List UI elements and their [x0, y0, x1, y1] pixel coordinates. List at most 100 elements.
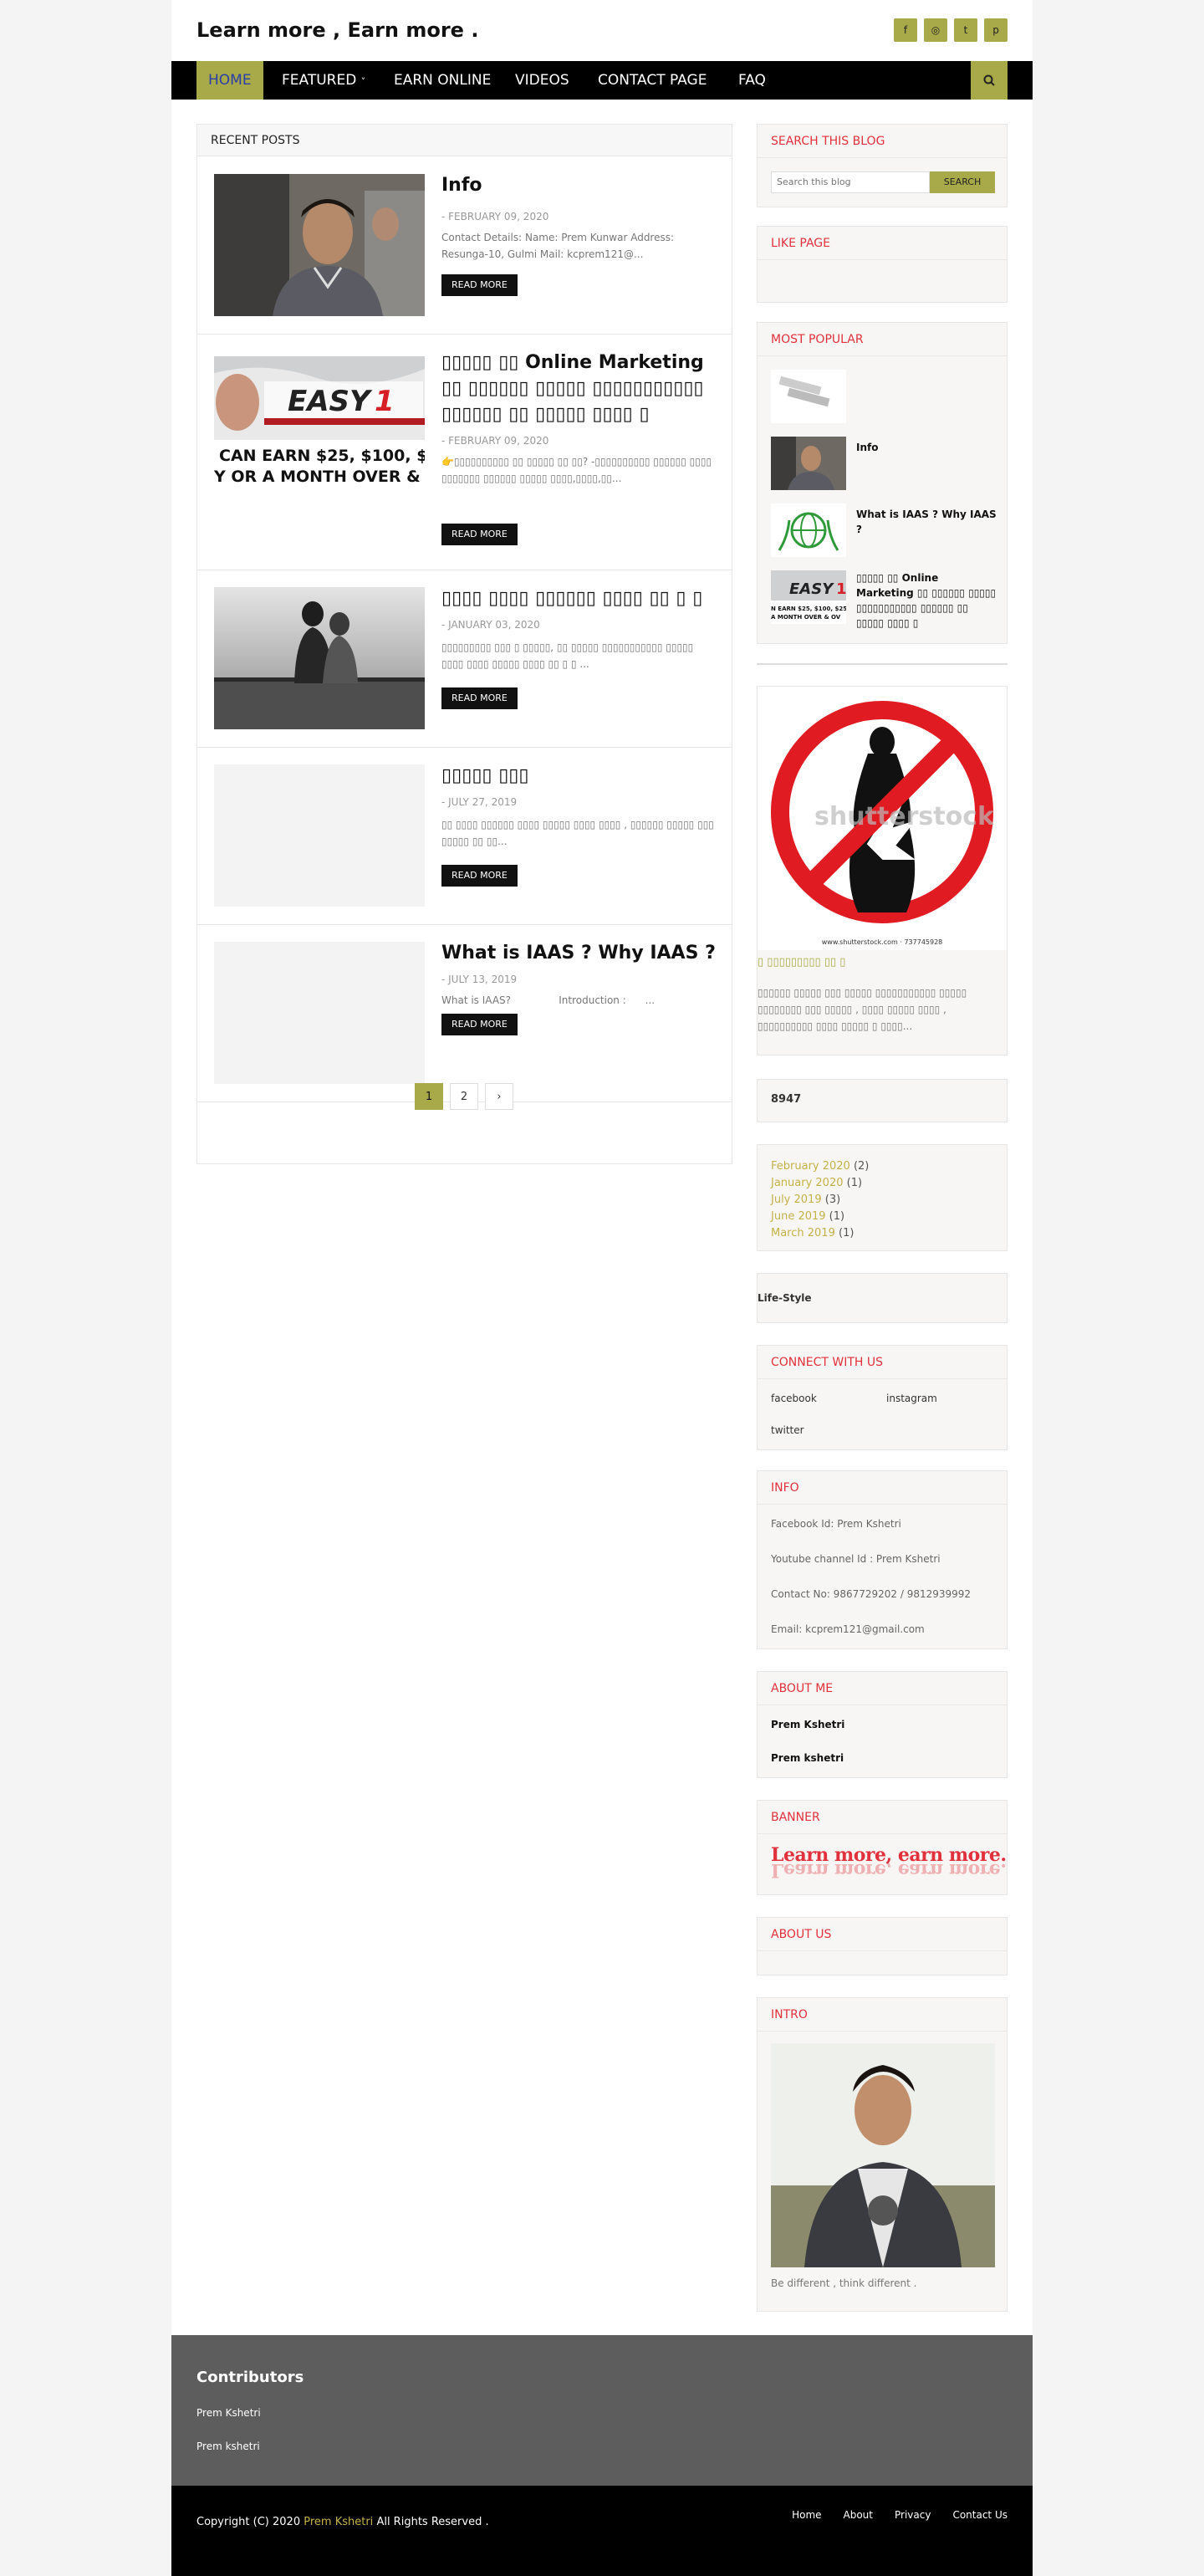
post-snippet: ▯▯ ▯▯▯▯ ▯▯▯▯▯▯ ▯▯▯▯ ▯▯▯▯▯ ▯▯▯▯ ▯▯▯▯ , ▯▯… — [441, 819, 714, 847]
instagram-icon[interactable]: ◎ — [924, 18, 947, 42]
post-thumbnail[interactable] — [214, 587, 425, 729]
twitter-link[interactable]: twitter — [771, 1424, 804, 1436]
nav-item-earn-online[interactable]: EARN ONLINE — [382, 61, 503, 100]
featured-post-widget: shutterstock www.shutterstock.com · 7377… — [757, 686, 1008, 1055]
author-link[interactable]: Prem kshetri — [771, 1752, 844, 1764]
widget-title: INFO — [758, 1471, 1007, 1505]
read-more-button[interactable]: READ MORE — [441, 274, 518, 296]
intro-photo — [771, 2043, 995, 2267]
footer-link-about[interactable]: About — [844, 2509, 873, 2521]
svg-text:EASY: EASY — [789, 580, 834, 598]
featured-post-image[interactable]: shutterstock www.shutterstock.com · 7377… — [758, 687, 1007, 950]
widget-title: CONNECT WITH US — [758, 1346, 1007, 1379]
widget-title: ABOUT US — [758, 1918, 1007, 1951]
widget-title: LIKE PAGE — [758, 227, 1007, 260]
intro-widget: INTRO Be different , think different . — [757, 1997, 1008, 2312]
footer-links: Home About Privacy Contact Us — [792, 2509, 1008, 2521]
post-title[interactable]: Info — [441, 172, 717, 198]
intro-caption: Be different , think different . — [771, 2277, 917, 2289]
featured-post-snippet: ▯▯▯▯▯▯ ▯▯▯▯▯ ▯▯▯ ▯▯▯▯▯ ▯▯▯▯▯▯▯▯▯▯▯ ▯▯▯▯▯… — [758, 987, 967, 1032]
post-thumbnail[interactable]: EASY 1 CAN EARN $25, $100, $25 Y OR A MO… — [214, 356, 425, 498]
archive-item[interactable]: March 2019 (1) — [771, 1225, 869, 1242]
popular-item[interactable] — [771, 370, 997, 423]
post-title[interactable]: ▯▯▯▯▯ ▯▯▯ — [441, 763, 717, 789]
footer-link-home[interactable]: Home — [792, 2509, 821, 2521]
archive-item[interactable]: June 2019 (1) — [771, 1209, 869, 1225]
search-input[interactable] — [771, 171, 930, 193]
archive-item[interactable]: February 2020 (2) — [771, 1158, 869, 1175]
twitter-icon[interactable]: t — [954, 18, 977, 42]
post-thumbnail[interactable] — [214, 942, 425, 1084]
post-thumbnail[interactable] — [214, 764, 425, 907]
post-title[interactable]: ▯▯▯▯▯ ▯▯ Online Marketing ▯▯ ▯▯▯▯▯▯ ▯▯▯▯… — [441, 350, 717, 427]
read-more-button[interactable]: READ MORE — [441, 1014, 518, 1035]
page-wrapper: Learn more , Earn more . f ◎ t p HOME FE… — [171, 0, 1033, 2576]
read-more-button[interactable]: READ MORE — [441, 524, 518, 545]
facebook-icon[interactable]: f — [894, 18, 917, 42]
label-link[interactable]: Life-Style — [758, 1292, 812, 1304]
site-title[interactable]: Learn more , Earn more . — [196, 18, 478, 42]
archive-link[interactable]: June 2019 — [771, 1210, 826, 1223]
svg-text:1: 1 — [836, 580, 846, 598]
contributor-link[interactable]: Prem kshetri — [196, 2441, 260, 2452]
svg-text:CAN EARN $25, $100, $25: CAN EARN $25, $100, $25 — [219, 447, 425, 465]
archive-link[interactable]: July 2019 — [771, 1193, 822, 1206]
popular-item[interactable]: EASY 1 N EARN $25, $100, $25 A MONTH OVER &… — [771, 570, 997, 629]
nav-item-home-label: HOME — [208, 72, 252, 89]
info-line: Contact No: 9867729202 / 9812939992 — [771, 1588, 972, 1600]
post-thumbnail[interactable] — [214, 174, 425, 316]
copyright-suffix: All Rights Reserved . — [376, 2516, 489, 2528]
next-page-icon[interactable]: › — [485, 1083, 513, 1110]
popular-title[interactable]: ▯▯▯▯▯ ▯▯ Online Marketing ▯▯ ▯▯▯▯▯▯ ▯▯▯▯… — [856, 570, 997, 631]
nav-item-contact-page[interactable]: CONTACT PAGE — [586, 61, 718, 100]
search-icon[interactable] — [971, 61, 1008, 100]
footer-contributors: Contributors Prem Kshetri Prem kshetri — [171, 2335, 1033, 2486]
nav-item-home[interactable]: HOME — [196, 61, 263, 100]
info-line: Email: kcprem121@gmail.com — [771, 1623, 925, 1635]
read-more-button[interactable]: READ MORE — [441, 687, 518, 709]
popular-thumbnail: EASY 1 N EARN $25, $100, $25 A MONTH OVER &… — [771, 570, 846, 624]
footer-link-contact[interactable]: Contact Us — [952, 2509, 1008, 2521]
footer-link-privacy[interactable]: Privacy — [895, 2509, 931, 2521]
most-popular-widget: MOST POPULAR Info What is IAAS ? Why IAA… — [757, 322, 1008, 644]
archive-link[interactable]: January 2020 — [771, 1177, 844, 1189]
contributor-link[interactable]: Prem Kshetri — [196, 2407, 261, 2419]
post-title[interactable]: ▯▯▯▯ ▯▯▯▯ ▯▯▯▯▯▯ ▯▯▯▯ ▯▯ ▯ ▯ — [441, 585, 717, 611]
nav-item-faq[interactable]: FAQ — [727, 61, 778, 100]
page-1-button[interactable]: 1 — [415, 1083, 443, 1110]
archive-item[interactable]: January 2020 (1) — [771, 1175, 869, 1192]
instagram-link[interactable]: instagram — [886, 1393, 937, 1404]
featured-post-title[interactable]: ▯ ▯▯▯▯▯▯▯▯▯ ▯▯ ▯ — [758, 956, 845, 969]
archive-item[interactable]: July 2019 (3) — [771, 1192, 869, 1209]
nav-item-videos[interactable]: VIDEOS — [503, 61, 581, 100]
pinterest-icon[interactable]: p — [984, 18, 1008, 42]
widget-title: ABOUT ME — [758, 1672, 1007, 1705]
archive-link[interactable]: March 2019 — [771, 1227, 835, 1239]
nav-item-featured[interactable]: FEATURED ˅ — [270, 61, 377, 100]
popular-item[interactable]: What is IAAS ? Why IAAS ? — [771, 503, 997, 557]
post-snippet: Contact Details: Name: Prem Kunwar Addre… — [441, 232, 675, 260]
archive-link[interactable]: February 2020 — [771, 1160, 850, 1173]
post-date: - FEBRUARY 09, 2020 — [441, 211, 549, 222]
post-card: Info - FEBRUARY 09, 2020 Contact Details… — [197, 157, 732, 335]
divider — [757, 663, 1008, 665]
chevron-down-icon: ˅ — [360, 76, 366, 87]
post-date: - FEBRUARY 09, 2020 — [441, 435, 549, 447]
popular-item[interactable]: Info — [771, 437, 997, 490]
popular-title[interactable]: What is IAAS ? Why IAAS ? — [856, 507, 997, 537]
widget-title: MOST POPULAR — [758, 323, 1007, 356]
read-more-button[interactable]: READ MORE — [441, 865, 518, 887]
facebook-link[interactable]: facebook — [771, 1393, 817, 1404]
post-title[interactable]: What is IAAS ? Why IAAS ? — [441, 940, 717, 966]
popular-title[interactable]: Info — [856, 440, 997, 455]
footer-bar: Copyright (C) 2020 Prem Kshetri All Righ… — [171, 2486, 1033, 2576]
counter-widget: 8947 — [757, 1079, 1008, 1122]
about-me-widget: ABOUT ME Prem Kshetri Prem kshetri — [757, 1671, 1008, 1778]
info-line: Facebook Id: Prem Kshetri — [771, 1518, 901, 1530]
page-2-button[interactable]: 2 — [450, 1083, 478, 1110]
post-date: - JULY 13, 2019 — [441, 974, 518, 985]
author-link[interactable]: Prem Kshetri — [771, 1719, 844, 1730]
watermark-text: shutterstock — [814, 802, 995, 831]
copyright-brand-link[interactable]: Prem Kshetri — [304, 2516, 373, 2528]
search-button[interactable]: SEARCH — [930, 171, 995, 193]
